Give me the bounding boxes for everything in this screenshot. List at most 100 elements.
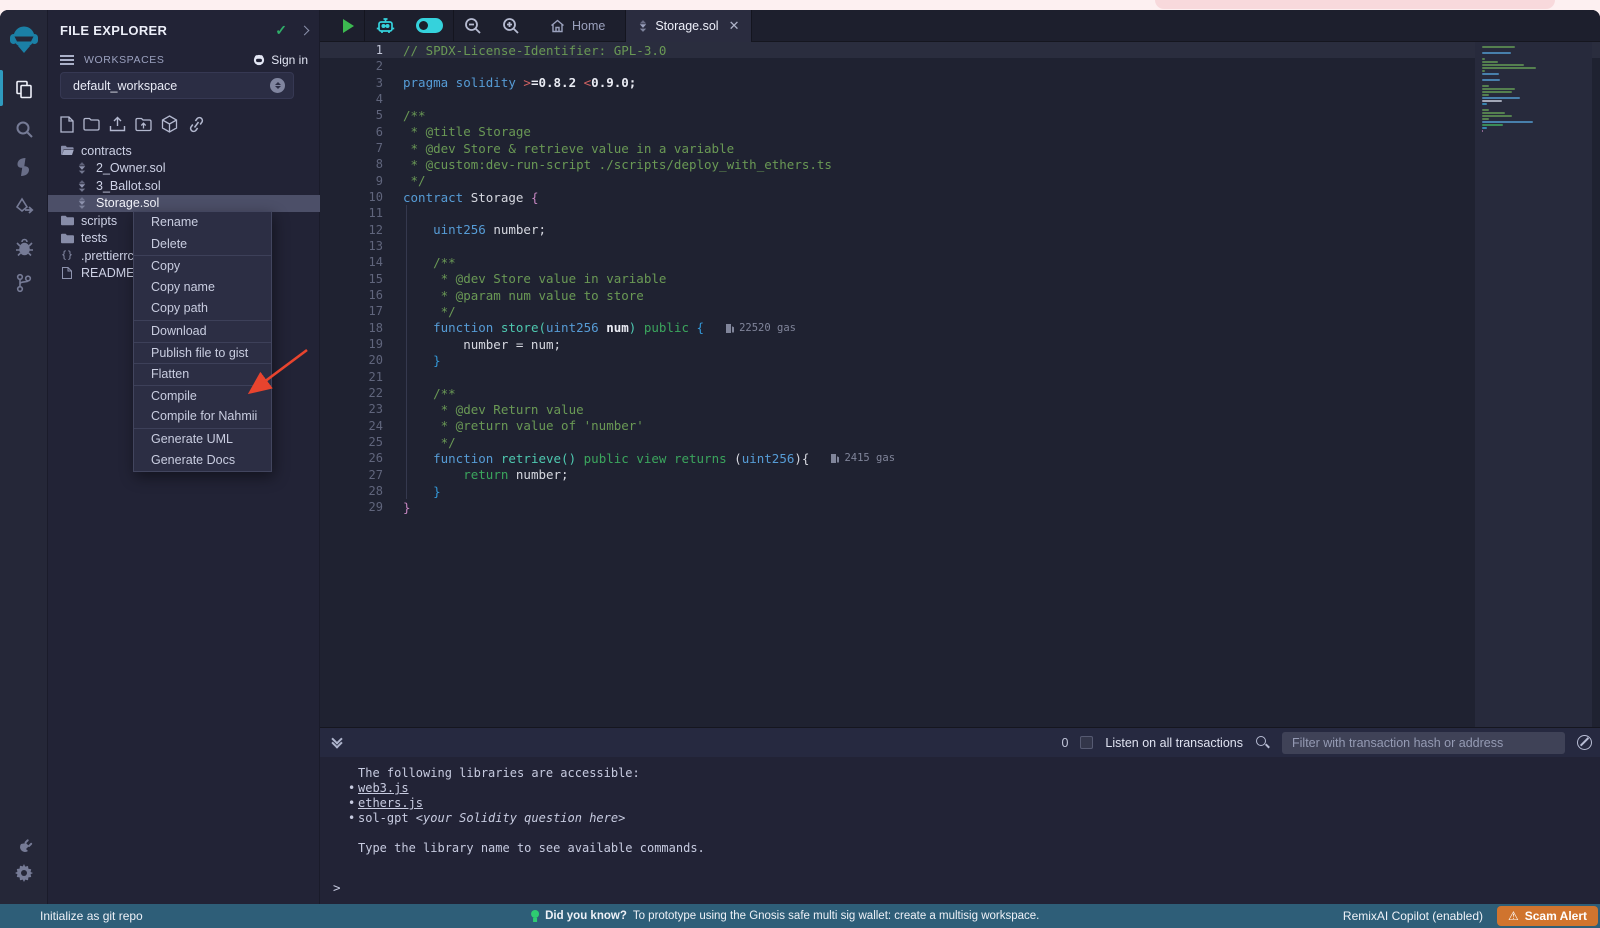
code-line: 13 — [320, 238, 1475, 254]
cube-icon[interactable] — [161, 115, 178, 133]
tab-home[interactable]: Home — [538, 10, 617, 42]
search-icon[interactable] — [0, 112, 48, 146]
listen-checkbox[interactable] — [1080, 736, 1093, 749]
sol-icon — [75, 162, 89, 174]
remix-ide-window: FILE EXPLORER ✓ WORKSPACES Sign in defau… — [0, 10, 1600, 928]
code-line: 19 number = num; — [320, 336, 1475, 352]
context-menu-item-download[interactable]: Download — [134, 320, 271, 342]
code-line: 1// SPDX-License-Identifier: GPL-3.0 — [320, 42, 1475, 58]
chevron-right-icon[interactable] — [300, 25, 310, 35]
context-menu-item-generate-uml[interactable]: Generate UML — [134, 428, 271, 450]
context-menu-item-copy-path[interactable]: Copy path — [134, 298, 271, 320]
file-tree-item[interactable]: Storage.sol — [48, 195, 320, 213]
copilot-status[interactable]: RemixAI Copilot (enabled) — [1343, 909, 1483, 923]
file-tree-item[interactable]: contracts — [48, 142, 320, 160]
context-menu-item-compile-for-nahmii[interactable]: Compile for Nahmii — [134, 406, 271, 428]
check-icon: ✓ — [275, 22, 287, 39]
line-number: 21 — [320, 370, 383, 384]
debugger-icon[interactable] — [0, 230, 48, 264]
line-number: 3 — [320, 76, 383, 90]
minimap[interactable] — [1475, 42, 1592, 727]
line-number: 24 — [320, 419, 383, 433]
file-tree-item[interactable]: 2_Owner.sol — [48, 160, 320, 178]
line-number: 27 — [320, 468, 383, 482]
code-line: 17 */ — [320, 303, 1475, 319]
line-number: 25 — [320, 435, 383, 449]
terminal-search-icon[interactable] — [1255, 735, 1270, 750]
context-menu-item-delete[interactable]: Delete — [134, 234, 271, 256]
context-menu-item-generate-docs[interactable]: Generate Docs — [134, 450, 271, 472]
zoom-in-icon[interactable] — [492, 10, 530, 42]
upload-file-icon[interactable] — [109, 116, 126, 132]
code-line: 2 — [320, 58, 1475, 74]
code-line: 23 * @dev Return value — [320, 401, 1475, 417]
code-line: 14 /** — [320, 254, 1475, 270]
zoom-out-icon[interactable] — [454, 10, 492, 42]
upload-folder-icon[interactable] — [135, 117, 152, 132]
line-number: 7 — [320, 141, 383, 155]
line-number: 29 — [320, 500, 383, 514]
copilot-toggle[interactable] — [406, 10, 453, 42]
context-menu-item-copy[interactable]: Copy — [134, 255, 271, 277]
warning-icon: ⚠ — [1508, 909, 1519, 923]
folder-icon — [60, 215, 74, 226]
line-number: 16 — [320, 288, 383, 302]
code-line: 7 * @dev Store & retrieve value in a var… — [320, 140, 1475, 156]
did-you-know-tip: Did you know? To prototype using the Gno… — [530, 910, 1039, 922]
new-folder-icon[interactable] — [83, 117, 100, 131]
solidity-file-icon — [638, 20, 648, 32]
code-line: 8 * @custom:dev-run-script ./scripts/dep… — [320, 156, 1475, 172]
workspace-menu-icon[interactable] — [60, 55, 74, 65]
context-menu-item-flatten[interactable]: Flatten — [134, 363, 271, 385]
lightbulb-icon — [530, 910, 539, 922]
terminal-output[interactable]: The following libraries are accessible:•… — [320, 757, 1600, 904]
braces-icon: {} — [60, 250, 74, 261]
file-tree-item[interactable]: 3_Ballot.sol — [48, 177, 320, 195]
solidity-compiler-icon[interactable] — [0, 150, 48, 184]
line-number: 23 — [320, 402, 383, 416]
terminal-line: •web3.js — [320, 781, 1600, 796]
code-line: 6 * @title Storage — [320, 124, 1475, 140]
code-line: 25 */ — [320, 434, 1475, 450]
line-number: 8 — [320, 157, 383, 171]
code-line: 15 * @dev Store value in variable — [320, 271, 1475, 287]
code-line: 11 — [320, 205, 1475, 221]
context-menu-item-publish-file-to-gist[interactable]: Publish file to gist — [134, 342, 271, 364]
git-init-link[interactable]: Initialize as git repo — [40, 909, 143, 923]
settings-gear-icon[interactable] — [0, 856, 48, 890]
clear-terminal-icon[interactable] — [1577, 735, 1592, 750]
ai-copilot-icon[interactable] — [365, 10, 406, 42]
gas-estimate-badge: 22520 gas — [726, 322, 796, 334]
run-script-button[interactable] — [320, 10, 364, 42]
new-file-icon[interactable] — [60, 116, 74, 133]
terminal-link[interactable]: web3.js — [358, 781, 409, 795]
code-line: 29} — [320, 499, 1475, 515]
workspace-select[interactable]: default_workspace — [60, 72, 294, 99]
close-tab-icon[interactable]: ✕ — [729, 18, 740, 34]
expand-terminal-icon[interactable] — [333, 739, 341, 747]
code-editor[interactable]: 1// SPDX-License-Identifier: GPL-3.023pr… — [320, 42, 1600, 727]
folder-open-icon — [60, 145, 74, 156]
listen-label: Listen on all transactions — [1105, 736, 1243, 750]
terminal-prompt[interactable]: > — [333, 880, 341, 895]
file-explorer-icon[interactable] — [0, 72, 48, 106]
terminal-link[interactable]: ethers.js — [358, 796, 423, 810]
code-line: 5/** — [320, 107, 1475, 123]
file-icon — [60, 267, 74, 279]
context-menu-item-rename[interactable]: Rename — [134, 212, 271, 234]
scam-alert-button[interactable]: ⚠ Scam Alert — [1497, 906, 1598, 926]
deploy-run-icon[interactable] — [0, 190, 48, 224]
sign-in-button[interactable]: Sign in — [252, 53, 308, 67]
line-number: 22 — [320, 386, 383, 400]
file-name: 2_Owner.sol — [96, 161, 165, 175]
file-name: Storage.sol — [96, 196, 159, 210]
context-menu-item-compile[interactable]: Compile — [134, 385, 271, 407]
remix-logo[interactable] — [0, 18, 48, 62]
file-name: contracts — [81, 144, 132, 158]
git-icon[interactable] — [0, 266, 48, 300]
tab-storage-sol[interactable]: Storage.sol ✕ — [625, 10, 752, 42]
transaction-filter-input[interactable] — [1282, 732, 1565, 754]
context-menu-item-copy-name[interactable]: Copy name — [134, 277, 271, 299]
link-icon[interactable] — [187, 116, 206, 133]
editor-toolbar: Home Storage.sol ✕ — [320, 10, 1600, 42]
